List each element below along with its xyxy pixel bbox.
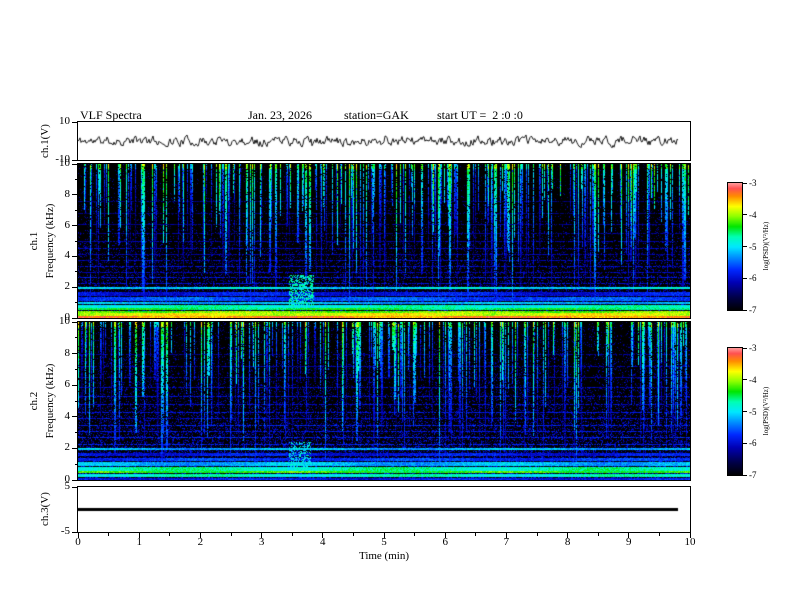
colorbar2-gradient (728, 348, 742, 475)
x-axis-tick-label: 4 (320, 536, 326, 548)
colorbar1-tick (743, 277, 747, 279)
x-axis-tick-label: 10 (684, 536, 696, 548)
colorbar2-panel (727, 347, 743, 476)
colorbar2-tick-label: -7 (749, 470, 757, 480)
spec1-y-tick (72, 286, 78, 288)
colorbar1-tick (743, 182, 747, 184)
wave1-y-tick-label: -10 (55, 153, 70, 165)
x-axis-tick-label: 1 (136, 536, 142, 548)
colorbar1-tick-label: -5 (749, 241, 757, 252)
x-axis-tick-label: 2 (197, 536, 204, 548)
x-axis-minor-tick (169, 533, 171, 536)
spec2-y-tick (72, 447, 78, 449)
colorbar1-tick (743, 246, 747, 247)
spec1-y-tick (72, 255, 78, 257)
spec1-y-minor-tick (75, 209, 78, 211)
x-axis-minor-tick (597, 533, 599, 536)
wave1-y-tick (72, 159, 78, 161)
colorbar2-tick-label: -6 (749, 438, 757, 449)
spec1-y-tick-label: 4 (64, 249, 71, 262)
spec1-y-tick (72, 194, 78, 196)
spec1-y-tick-label: 8 (64, 187, 71, 200)
spec2-y-tick (72, 353, 78, 355)
colorbar2-tick-label: -5 (749, 406, 757, 417)
spec1-y-minor-tick (75, 178, 78, 180)
ch1-spectrogram-canvas (78, 164, 690, 318)
spec2-y-tick-label: 2 (64, 441, 71, 454)
colorbar1-tick-label: -7 (749, 305, 757, 315)
x-axis-tick-label: 6 (442, 536, 448, 548)
ch2-spectrogram-canvas (78, 322, 690, 480)
ch3-waveform-canvas (78, 487, 690, 532)
colorbar1-panel (727, 182, 743, 311)
spec2-y-tick-label: 10 (59, 315, 70, 327)
spec2-y-minor-tick (75, 337, 78, 339)
spec2-y-minor-tick (75, 368, 78, 370)
x-axis-minor-tick (536, 533, 538, 536)
colorbar1-tick-label: -4 (749, 209, 757, 220)
ch1-waveform-panel (77, 121, 691, 161)
x-axis-minor-tick (108, 533, 110, 536)
spec2-y-tick (72, 416, 78, 418)
spec2-y-minor-tick (75, 463, 78, 465)
ch1-channel-axis-label: ch.1 (28, 231, 40, 251)
wave3-y-tick-label: -5 (60, 525, 70, 537)
x-axis-tick-label: 5 (381, 536, 387, 548)
colorbar1-gradient (728, 183, 742, 310)
colorbar1-tick-label: -3 (749, 178, 757, 188)
colorbar2-tick-label: -3 (749, 343, 757, 353)
spec1-y-minor-tick (75, 240, 78, 242)
wave3-y-tick (72, 486, 78, 488)
colorbar2-tick (743, 442, 747, 444)
spec1-y-tick-label: 6 (64, 218, 71, 231)
spec1-y-tick (72, 317, 78, 319)
colorbar2-tick (743, 474, 747, 476)
x-axis-minor-tick (475, 533, 477, 536)
x-axis-minor-tick (658, 533, 660, 536)
colorbar2-tick (743, 411, 747, 412)
wave1-y-tick (72, 121, 78, 123)
spec2-y-minor-tick (75, 400, 78, 402)
spec2-y-minor-tick (75, 432, 78, 434)
wave3-y-tick-label: 5 (64, 480, 71, 492)
spec2-y-tick-label: 6 (64, 378, 71, 391)
ch2-spectrogram-panel (77, 321, 691, 481)
x-axis-tick-label: 8 (564, 536, 571, 548)
spec1-y-tick-label: 2 (64, 280, 71, 293)
colorbar1-tick (743, 309, 747, 311)
ch1-frequency-axis-label: Frequency (kHz) (44, 203, 56, 279)
time-axis-label: Time (min) (358, 550, 409, 562)
spec2-y-tick (72, 384, 78, 386)
spec1-y-minor-tick (75, 302, 78, 304)
wave3-y-tick (72, 531, 78, 533)
vlf-spectra-figure: VLF Spectra Jan. 23, 2026 station=GAK st… (0, 0, 792, 612)
ch1-spectrogram-panel (77, 163, 691, 319)
ch2-frequency-axis-label: Frequency (kHz) (44, 363, 56, 439)
x-axis-minor-tick (352, 533, 354, 536)
x-axis-minor-tick (291, 533, 293, 536)
spec2-y-tick (72, 479, 78, 481)
x-axis-minor-tick (230, 533, 232, 536)
spec1-y-tick (72, 163, 78, 165)
ch3-waveform-panel (77, 486, 691, 533)
x-axis-tick-label: 7 (503, 536, 510, 548)
spec1-y-tick (72, 225, 78, 227)
ch1-waveform-canvas (78, 122, 690, 160)
x-axis-minor-tick (414, 533, 416, 536)
x-axis-tick-label: 9 (626, 536, 632, 548)
colorbar2-tick (743, 379, 747, 381)
colorbar1-tick (743, 214, 747, 216)
colorbar1-tick-label: -6 (749, 273, 757, 284)
colorbar2-tick (743, 347, 747, 349)
spec2-y-tick-label: 8 (64, 346, 71, 359)
ch3-voltage-axis-label: ch.3(V) (39, 492, 51, 526)
spec2-y-tick (72, 321, 78, 323)
wave1-y-tick-label: 10 (59, 115, 70, 127)
colorbar2-tick-label: -4 (749, 374, 757, 385)
spec2-y-tick-label: 4 (64, 409, 71, 422)
spec1-y-minor-tick (75, 271, 78, 273)
ch2-channel-axis-label: ch.2 (28, 391, 40, 411)
x-axis-tick-label: 3 (258, 536, 265, 548)
